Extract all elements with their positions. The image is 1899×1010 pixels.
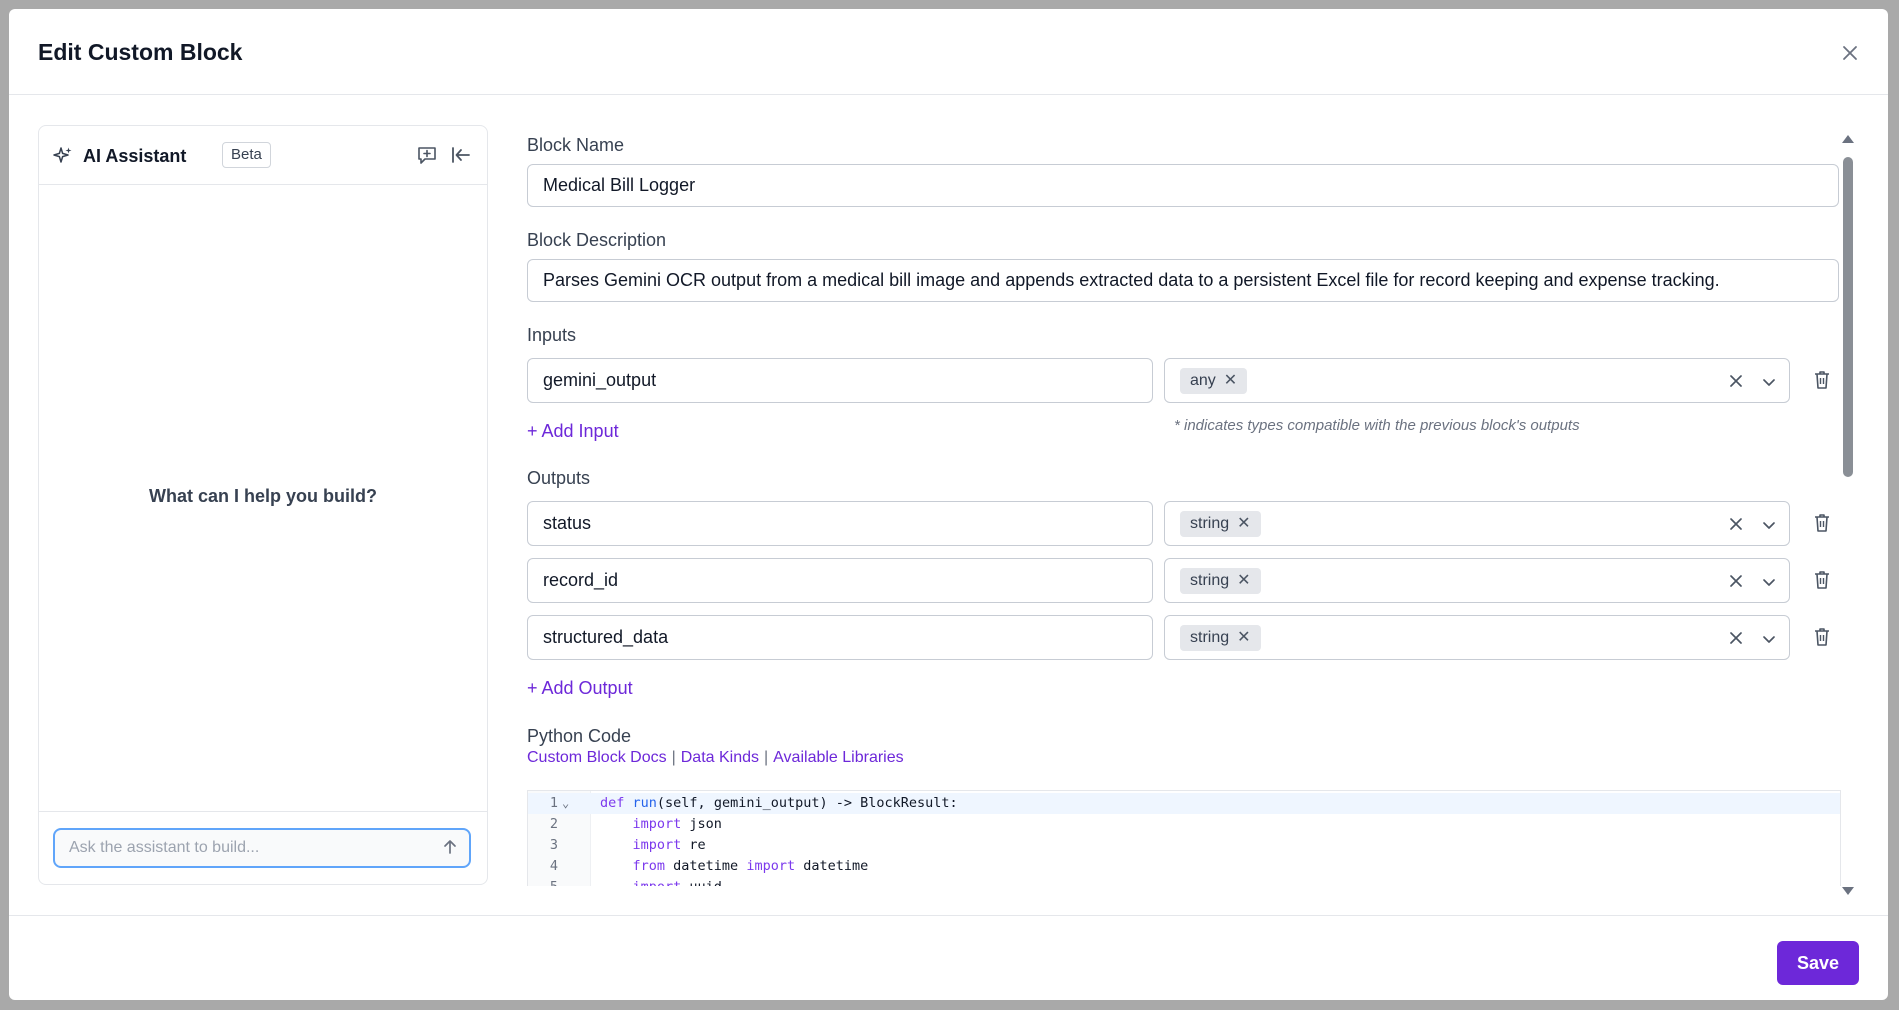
new-chat-icon[interactable] xyxy=(416,144,438,166)
block-description-input[interactable]: Parses Gemini OCR output from a medical … xyxy=(527,259,1839,302)
fold-chevron-icon[interactable]: ⌄ xyxy=(562,793,569,814)
ai-assistant-panel: AI Assistant Beta What can I help you bu… xyxy=(38,125,488,885)
dialog-title: Edit Custom Block xyxy=(38,39,243,65)
assistant-header: AI Assistant Beta xyxy=(39,126,487,185)
delete-output-icon[interactable] xyxy=(1812,512,1832,534)
type-chip: string ✕ xyxy=(1180,625,1261,651)
code-text: def run(self, gemini_output) -> BlockRes… xyxy=(600,795,958,811)
clear-icon[interactable] xyxy=(1727,372,1745,390)
output-type-select[interactable]: string ✕ xyxy=(1164,615,1790,660)
input-type-select[interactable]: any ✕ xyxy=(1164,358,1790,403)
line-number: 2 xyxy=(549,816,558,832)
link-separator: | xyxy=(764,749,769,766)
output-name-field[interactable]: structured_data xyxy=(527,615,1153,660)
code-editor[interactable]: 1 ⌄ def run(self, gemini_output) -> Bloc… xyxy=(527,790,1841,886)
type-chip: string ✕ xyxy=(1180,568,1261,594)
custom-block-docs-link[interactable]: Custom Block Docs xyxy=(527,749,667,766)
output-type-select[interactable]: string ✕ xyxy=(1164,501,1790,546)
dialog-header: Edit Custom Block xyxy=(9,9,1888,95)
assistant-empty-state: What can I help you build? xyxy=(149,486,377,506)
code-text: import json xyxy=(632,816,722,832)
remove-type-icon[interactable]: ✕ xyxy=(1237,568,1250,594)
send-arrow-icon[interactable] xyxy=(441,838,459,856)
assistant-footer xyxy=(39,811,487,884)
input-name-field[interactable]: gemini_output xyxy=(527,358,1153,403)
compat-hint: * indicates types compatible with the pr… xyxy=(1174,417,1580,434)
assistant-input-box xyxy=(53,828,471,868)
add-input-link[interactable]: + Add Input xyxy=(527,421,619,442)
output-type-select[interactable]: string ✕ xyxy=(1164,558,1790,603)
remove-type-icon[interactable]: ✕ xyxy=(1237,511,1250,537)
code-text: import uuid xyxy=(600,877,722,886)
scroll-down-arrow-icon[interactable] xyxy=(1842,887,1854,895)
chevron-down-icon[interactable] xyxy=(1759,572,1779,592)
dialog-footer: Save xyxy=(9,915,1888,1000)
collapse-panel-icon[interactable] xyxy=(450,144,472,166)
type-chip-label: any xyxy=(1190,372,1216,389)
assistant-input[interactable] xyxy=(67,836,431,860)
type-chip-label: string xyxy=(1190,515,1230,532)
link-separator: | xyxy=(671,749,676,766)
type-chip: string ✕ xyxy=(1180,511,1261,537)
inputs-label: Inputs xyxy=(527,325,577,345)
edit-custom-block-dialog: Edit Custom Block AI Assistant Beta What… xyxy=(9,9,1888,1000)
line-number: 3 xyxy=(549,837,558,853)
delete-output-icon[interactable] xyxy=(1812,569,1832,591)
line-number: 4 xyxy=(549,858,558,874)
sparkles-icon xyxy=(53,147,72,163)
delete-input-icon[interactable] xyxy=(1812,369,1832,391)
clear-icon[interactable] xyxy=(1727,572,1745,590)
type-chip-label: string xyxy=(1190,572,1230,589)
assistant-title: AI Assistant xyxy=(83,146,187,166)
scroll-up-arrow-icon[interactable] xyxy=(1842,135,1854,143)
remove-type-icon[interactable]: ✕ xyxy=(1237,625,1250,651)
chevron-down-icon[interactable] xyxy=(1759,372,1779,392)
outputs-label: Outputs xyxy=(527,468,591,488)
code-line: 2 import json xyxy=(528,814,1840,835)
output-name-field[interactable]: record_id xyxy=(527,558,1153,603)
available-libraries-link[interactable]: Available Libraries xyxy=(773,749,903,766)
type-chip: any ✕ xyxy=(1180,368,1248,394)
close-icon[interactable] xyxy=(1839,42,1861,64)
doc-links: Custom Block Docs | Data Kinds | Available L… xyxy=(527,749,904,767)
block-name-label: Block Name xyxy=(527,135,625,155)
output-name-field[interactable]: status xyxy=(527,501,1153,546)
line-number: 1 xyxy=(549,795,558,811)
block-name-input[interactable]: Medical Bill Logger xyxy=(527,164,1839,207)
block-form: Block Name Medical Bill Logger Block Des… xyxy=(518,125,1841,886)
code-line: 1 ⌄ def run(self, gemini_output) -> Bloc… xyxy=(528,793,1840,814)
code-line: 4 from datetime import datetime xyxy=(528,856,1840,877)
chevron-down-icon[interactable] xyxy=(1759,629,1779,649)
add-output-link[interactable]: + Add Output xyxy=(527,678,633,699)
code-line: 3 import re xyxy=(528,835,1840,856)
remove-type-icon[interactable]: ✕ xyxy=(1224,368,1237,394)
chevron-down-icon[interactable] xyxy=(1759,515,1779,535)
code-text: from datetime import datetime xyxy=(632,858,869,874)
block-description-label: Block Description xyxy=(527,230,667,250)
data-kinds-link[interactable]: Data Kinds xyxy=(681,749,759,766)
code-text: import re xyxy=(632,837,706,853)
save-button[interactable]: Save xyxy=(1777,941,1859,985)
beta-badge: Beta xyxy=(222,142,271,168)
scrollbar-thumb[interactable] xyxy=(1843,157,1853,477)
form-scrollbar[interactable] xyxy=(1840,127,1856,895)
code-line: 5 import uuid xyxy=(528,877,1840,886)
python-code-label: Python Code xyxy=(527,726,632,746)
type-chip-label: string xyxy=(1190,629,1230,646)
clear-icon[interactable] xyxy=(1727,629,1745,647)
delete-output-icon[interactable] xyxy=(1812,626,1832,648)
clear-icon[interactable] xyxy=(1727,515,1745,533)
line-number: 5 xyxy=(528,877,558,886)
